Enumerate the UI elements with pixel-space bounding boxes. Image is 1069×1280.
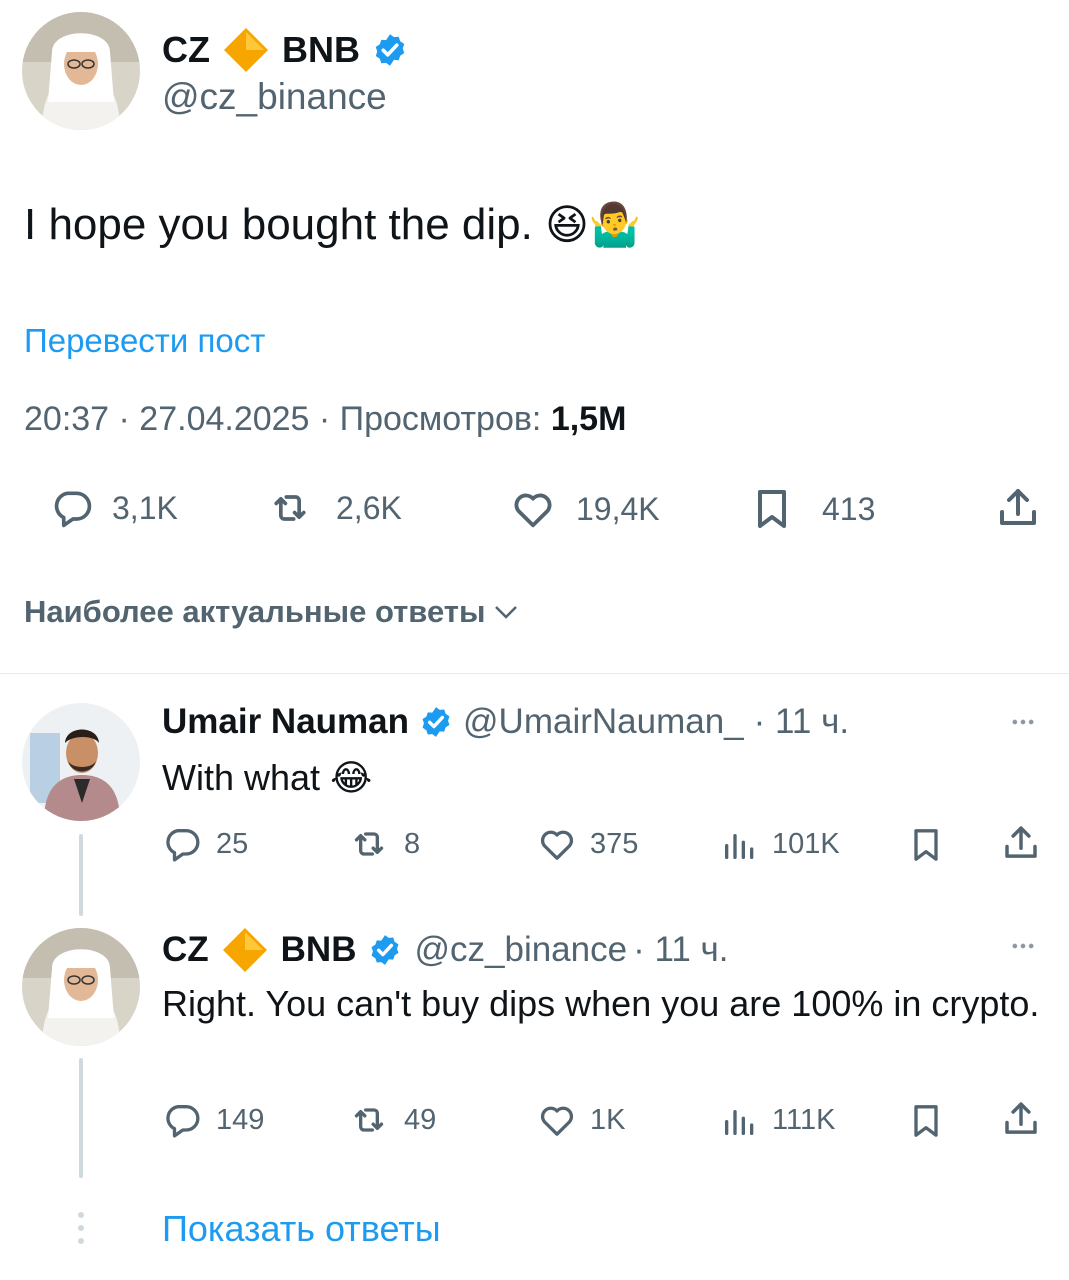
thread-line — [79, 1058, 83, 1178]
reply1-text-body: With what — [162, 757, 321, 798]
reply2-handle[interactable]: @cz_binance — [414, 930, 627, 970]
main-author-name[interactable]: CZ BNB — [162, 26, 408, 74]
reply1-repost-button[interactable]: 8 — [346, 824, 420, 864]
bookmark-count: 413 — [822, 490, 876, 527]
avatar-cz[interactable] — [22, 928, 140, 1046]
reply1-like-button[interactable]: 375 — [536, 824, 638, 864]
show-replies-link[interactable]: Показать ответы — [162, 1208, 441, 1250]
reply1-display-name[interactable]: Umair Nauman — [162, 702, 409, 742]
avatar-cz[interactable] — [22, 12, 140, 130]
reply1-reply-count: 25 — [216, 827, 249, 860]
reply2-display-name-suffix[interactable]: BNB — [281, 930, 357, 970]
reply1-reply-button[interactable]: 25 — [162, 824, 248, 864]
repost-icon — [346, 1100, 392, 1140]
reply-icon — [162, 1100, 202, 1140]
repost-button[interactable]: 2,6K — [262, 486, 402, 530]
translate-post-link[interactable]: Перевести пост — [24, 322, 265, 360]
verified-badge-icon — [368, 933, 402, 967]
display-name: CZ — [162, 29, 210, 70]
bookmark-icon — [906, 824, 946, 866]
tweet-text: I hope you bought the dip. 😆🤷‍♂️ — [24, 198, 641, 252]
tweet-time-date[interactable]: 20:37 · 27.04.2025 · Просмотров: — [24, 400, 551, 438]
reply-button[interactable]: 3,1K — [50, 486, 178, 530]
reply2-share-button[interactable] — [1000, 1098, 1042, 1140]
like-icon — [536, 1100, 578, 1140]
reply1-like-count: 375 — [590, 827, 639, 860]
reply2-like-count: 1K — [590, 1103, 626, 1136]
tweet-text-body: I hope you bought the dip. — [24, 200, 533, 249]
reply2-views-button[interactable]: 111K — [720, 1100, 835, 1140]
reply2-text: Right. You can't buy dips when you are 1… — [162, 983, 1040, 1024]
share-icon — [1000, 1098, 1042, 1140]
tweet-views-count: 1,5M — [550, 400, 627, 438]
repost-icon — [346, 824, 392, 864]
repost-icon — [262, 486, 318, 530]
avatar-umair[interactable] — [22, 703, 140, 821]
bookmark-icon — [748, 484, 796, 534]
verified-badge-icon — [372, 32, 408, 68]
like-count: 19,4K — [576, 490, 660, 527]
thread-dots-icon — [78, 1212, 84, 1244]
more-options-icon[interactable] — [1004, 932, 1042, 960]
chevron-down-icon — [495, 606, 518, 619]
like-icon — [536, 824, 578, 864]
replies-sort-label: Наиболее актуальные ответы — [24, 594, 486, 629]
reply1-share-button[interactable] — [1000, 822, 1042, 864]
main-author-handle[interactable]: @cz_binance — [162, 76, 387, 118]
reply2-like-button[interactable]: 1K — [536, 1100, 625, 1140]
reply1-handle[interactable]: @UmairNauman_ — [463, 702, 744, 742]
more-options-icon[interactable] — [1004, 708, 1042, 736]
bnb-diamond-icon — [222, 26, 270, 74]
reply1-time[interactable]: · 11 ч. — [754, 702, 849, 742]
reply2-repost-count: 49 — [404, 1103, 437, 1136]
replies-sort-dropdown[interactable]: Наиболее актуальные ответы — [24, 594, 521, 630]
reply2-views-count: 111K — [772, 1103, 836, 1136]
reply-icon — [50, 486, 94, 530]
display-name-suffix: BNB — [282, 29, 360, 70]
views-icon — [720, 1100, 760, 1140]
verified-badge-icon — [419, 705, 453, 739]
tweet-meta: 20:37 · 27.04.2025 · Просмотров: 1,5M — [24, 400, 626, 439]
thread-line — [79, 834, 83, 916]
share-button[interactable] — [994, 484, 1042, 532]
reply1-emoji: 😂 — [330, 757, 373, 798]
reply-icon — [162, 824, 202, 864]
share-icon — [994, 484, 1042, 532]
reply2-display-name[interactable]: CZ — [162, 930, 209, 970]
tweet-emoji: 😆🤷‍♂️ — [545, 201, 642, 248]
reply2-reply-count: 149 — [216, 1103, 265, 1136]
reply2-repost-button[interactable]: 49 — [346, 1100, 436, 1140]
reply1-views-count: 101K — [772, 827, 840, 860]
reply1-text: With what 😂 — [162, 756, 372, 800]
reply2-reply-button[interactable]: 149 — [162, 1100, 264, 1140]
reply2-header: CZ BNB @cz_binance · 11 ч. — [162, 926, 729, 974]
reply1-bookmark-button[interactable] — [906, 824, 946, 866]
share-icon — [1000, 822, 1042, 864]
reply1-views-button[interactable]: 101K — [720, 824, 840, 864]
divider — [0, 673, 1069, 674]
reply2-bookmark-button[interactable] — [906, 1100, 946, 1142]
bnb-diamond-icon — [221, 926, 269, 974]
reply2-time[interactable]: · 11 ч. — [633, 930, 728, 970]
reply-count: 3,1K — [112, 489, 178, 526]
repost-count: 2,6K — [336, 489, 402, 526]
bookmark-button[interactable]: 413 — [748, 484, 875, 534]
views-icon — [720, 824, 760, 864]
like-button[interactable]: 19,4K — [508, 486, 660, 532]
like-icon — [508, 486, 558, 532]
reply1-header: Umair Nauman @UmairNauman_ · 11 ч. — [162, 702, 849, 742]
bookmark-icon — [906, 1100, 946, 1142]
reply1-repost-count: 8 — [404, 827, 421, 860]
